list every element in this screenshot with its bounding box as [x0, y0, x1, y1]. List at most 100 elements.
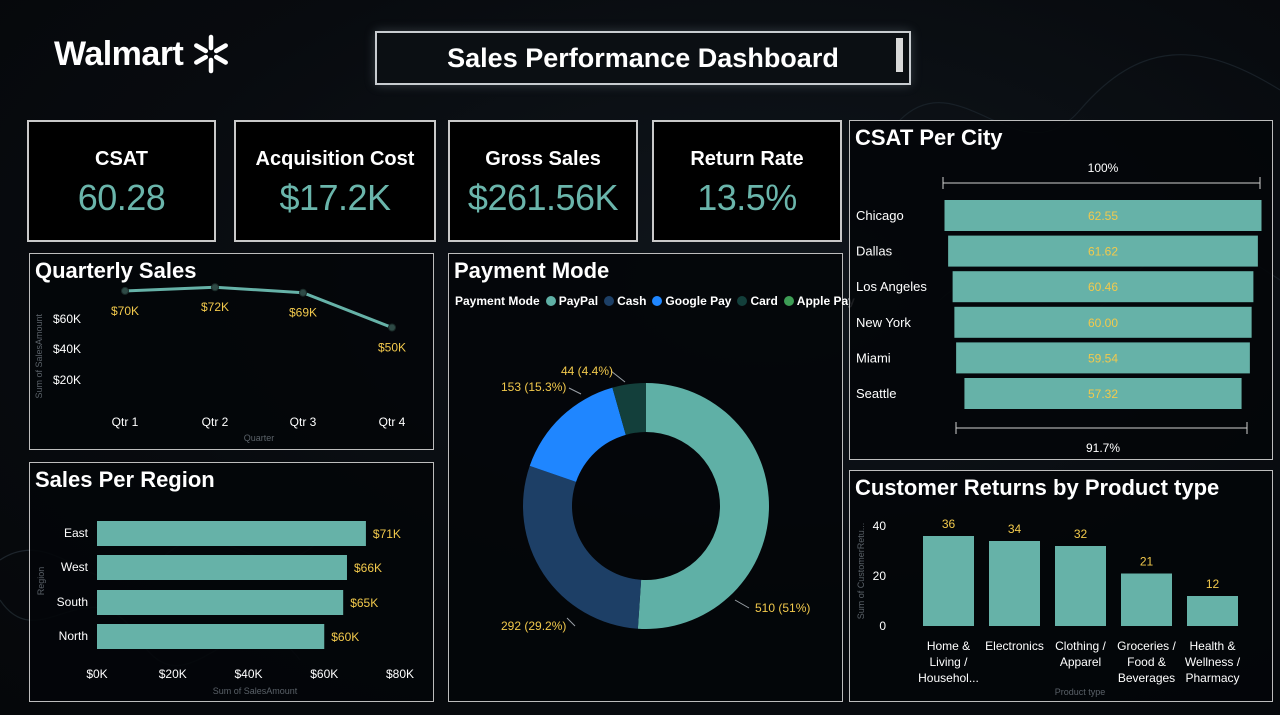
- dashboard-title: Sales Performance Dashboard: [447, 42, 839, 73]
- data-label: $60K: [331, 630, 359, 644]
- customer-returns-chart: Sum of CustomerRetu... Product type 40 2…: [856, 517, 1241, 697]
- walmart-logo: Walmart: [54, 34, 231, 74]
- data-label: 57.32: [1088, 387, 1118, 401]
- data-point[interactable]: [388, 323, 396, 332]
- dashboard-title-box: Sales Performance Dashboard: [375, 31, 911, 85]
- x-tick-label: Qtr 2: [202, 415, 229, 429]
- leader-line: [610, 370, 626, 383]
- kpi-value: $261.56K: [467, 177, 619, 218]
- category-label: Health &: [1189, 639, 1235, 653]
- product-bar[interactable]: [1187, 596, 1238, 626]
- y-axis-title: Region: [36, 567, 46, 596]
- y-tick-label: 0: [879, 619, 886, 633]
- region-bar[interactable]: [97, 555, 347, 580]
- slice-label: 510 (51%): [755, 601, 810, 615]
- y-tick-label: 40: [873, 519, 887, 533]
- data-point[interactable]: [299, 288, 307, 297]
- scale-bottom-label: 91.7%: [1086, 441, 1120, 455]
- kpi-card-acquisition-cost[interactable]: Acquisition Cost $17.2K: [234, 120, 436, 242]
- product-bar[interactable]: [1055, 546, 1106, 626]
- x-tick-label: Qtr 4: [379, 415, 406, 429]
- y-tick-label: $60K: [53, 312, 81, 326]
- csat-per-city-panel[interactable]: CSAT Per City 100% 91.7% Chicago 62.55 Dal…: [849, 120, 1273, 460]
- category-label: Electronics: [985, 639, 1044, 653]
- leader-line: [568, 387, 582, 395]
- data-label: $65K: [350, 596, 378, 610]
- kpi-label: Acquisition Cost: [255, 148, 415, 170]
- city-label: Miami: [856, 350, 891, 365]
- category-label: North: [59, 629, 88, 643]
- spark-icon: [194, 34, 229, 74]
- slice-label: 292 (29.2%): [501, 619, 566, 633]
- x-tick-label: $60K: [310, 667, 338, 681]
- category-label: East: [64, 526, 89, 540]
- kpi-card-csat[interactable]: CSAT 60.28: [27, 120, 216, 242]
- x-axis-title: Quarter: [244, 433, 275, 443]
- data-label: $50K: [378, 341, 406, 355]
- x-tick-label: Qtr 1: [112, 415, 139, 429]
- category-label: Living /: [929, 655, 968, 669]
- kpi-label: CSAT: [95, 148, 148, 170]
- payment-mode-donut: 510 (51%) 292 (29.2%) 153 (15.3%) 44 (4.4%): [501, 364, 810, 633]
- city-label: Dallas: [856, 244, 893, 259]
- data-label: 36: [942, 517, 956, 531]
- kpi-card-gross-sales[interactable]: Gross Sales $261.56K: [448, 120, 638, 242]
- kpi-value: $17.2K: [279, 177, 391, 218]
- kpi-label: Gross Sales: [485, 148, 601, 170]
- data-label: 60.46: [1088, 280, 1118, 294]
- data-label: $70K: [111, 304, 139, 318]
- product-bar[interactable]: [1121, 573, 1172, 627]
- city-label: New York: [856, 315, 911, 330]
- data-label: $72K: [201, 300, 229, 314]
- brand-name: Walmart: [54, 34, 184, 73]
- category-label: South: [57, 595, 88, 609]
- category-label: Wellness /: [1185, 655, 1241, 669]
- y-tick-label: $40K: [53, 342, 81, 356]
- series-line: [124, 285, 393, 329]
- x-tick-label: $80K: [386, 667, 414, 681]
- data-label: $69K: [289, 306, 317, 320]
- leader-line: [566, 617, 576, 627]
- customer-returns-panel[interactable]: Customer Returns by Product type Sum of …: [849, 470, 1273, 702]
- product-bar[interactable]: [989, 541, 1040, 626]
- category-label: Home &: [927, 639, 970, 653]
- quarterly-sales-chart: Sum of SalesAmount Quarter $60K $40K $20…: [34, 283, 406, 443]
- x-tick-label: Qtr 3: [290, 415, 317, 429]
- x-tick-label: $0K: [86, 667, 107, 681]
- region-bar[interactable]: [97, 624, 325, 649]
- category-label: Beverages: [1118, 671, 1175, 685]
- category-label: Groceries /: [1117, 639, 1176, 653]
- slice-cash[interactable]: [523, 465, 642, 629]
- x-tick-label: $20K: [159, 667, 187, 681]
- x-axis-title: Sum of SalesAmount: [213, 686, 298, 696]
- y-axis-title: Sum of CustomerRetu...: [856, 523, 866, 620]
- data-label: 32: [1074, 527, 1088, 541]
- sales-per-region-chart: Region Sum of SalesAmount East $71K West $6…: [36, 521, 414, 696]
- region-bar[interactable]: [97, 590, 344, 615]
- data-point[interactable]: [121, 286, 129, 295]
- data-label: 61.62: [1088, 245, 1118, 259]
- leader-line: [734, 599, 750, 609]
- scale-top-label: 100%: [1088, 161, 1119, 175]
- quarterly-sales-panel[interactable]: Quarterly Sales Sum of SalesAmount Quart…: [29, 253, 434, 450]
- slice-google-pay[interactable]: [529, 387, 626, 482]
- region-bar[interactable]: [97, 521, 366, 546]
- payment-mode-panel[interactable]: Payment Mode Payment Mode PayPal Cash Go…: [448, 253, 855, 702]
- sales-per-region-panel[interactable]: Sales Per Region Region Sum of SalesAmou…: [29, 462, 434, 702]
- data-label: $66K: [354, 561, 382, 575]
- category-label: Househol...: [918, 671, 979, 685]
- kpi-value: 13.5%: [697, 177, 797, 218]
- data-point[interactable]: [211, 283, 219, 292]
- kpi-card-return-rate[interactable]: Return Rate 13.5%: [652, 120, 842, 242]
- data-label: 59.54: [1088, 351, 1118, 365]
- category-label: Clothing /: [1055, 639, 1106, 653]
- x-axis-title: Product type: [1055, 687, 1106, 697]
- data-label: 60.00: [1088, 316, 1118, 330]
- data-label: 21: [1140, 555, 1154, 569]
- slice-paypal[interactable]: [637, 383, 770, 629]
- category-label: Food &: [1127, 655, 1166, 669]
- data-label: 12: [1206, 577, 1220, 591]
- city-label: Chicago: [856, 208, 904, 223]
- product-bar[interactable]: [923, 536, 974, 626]
- slice-label: 153 (15.3%): [501, 380, 566, 394]
